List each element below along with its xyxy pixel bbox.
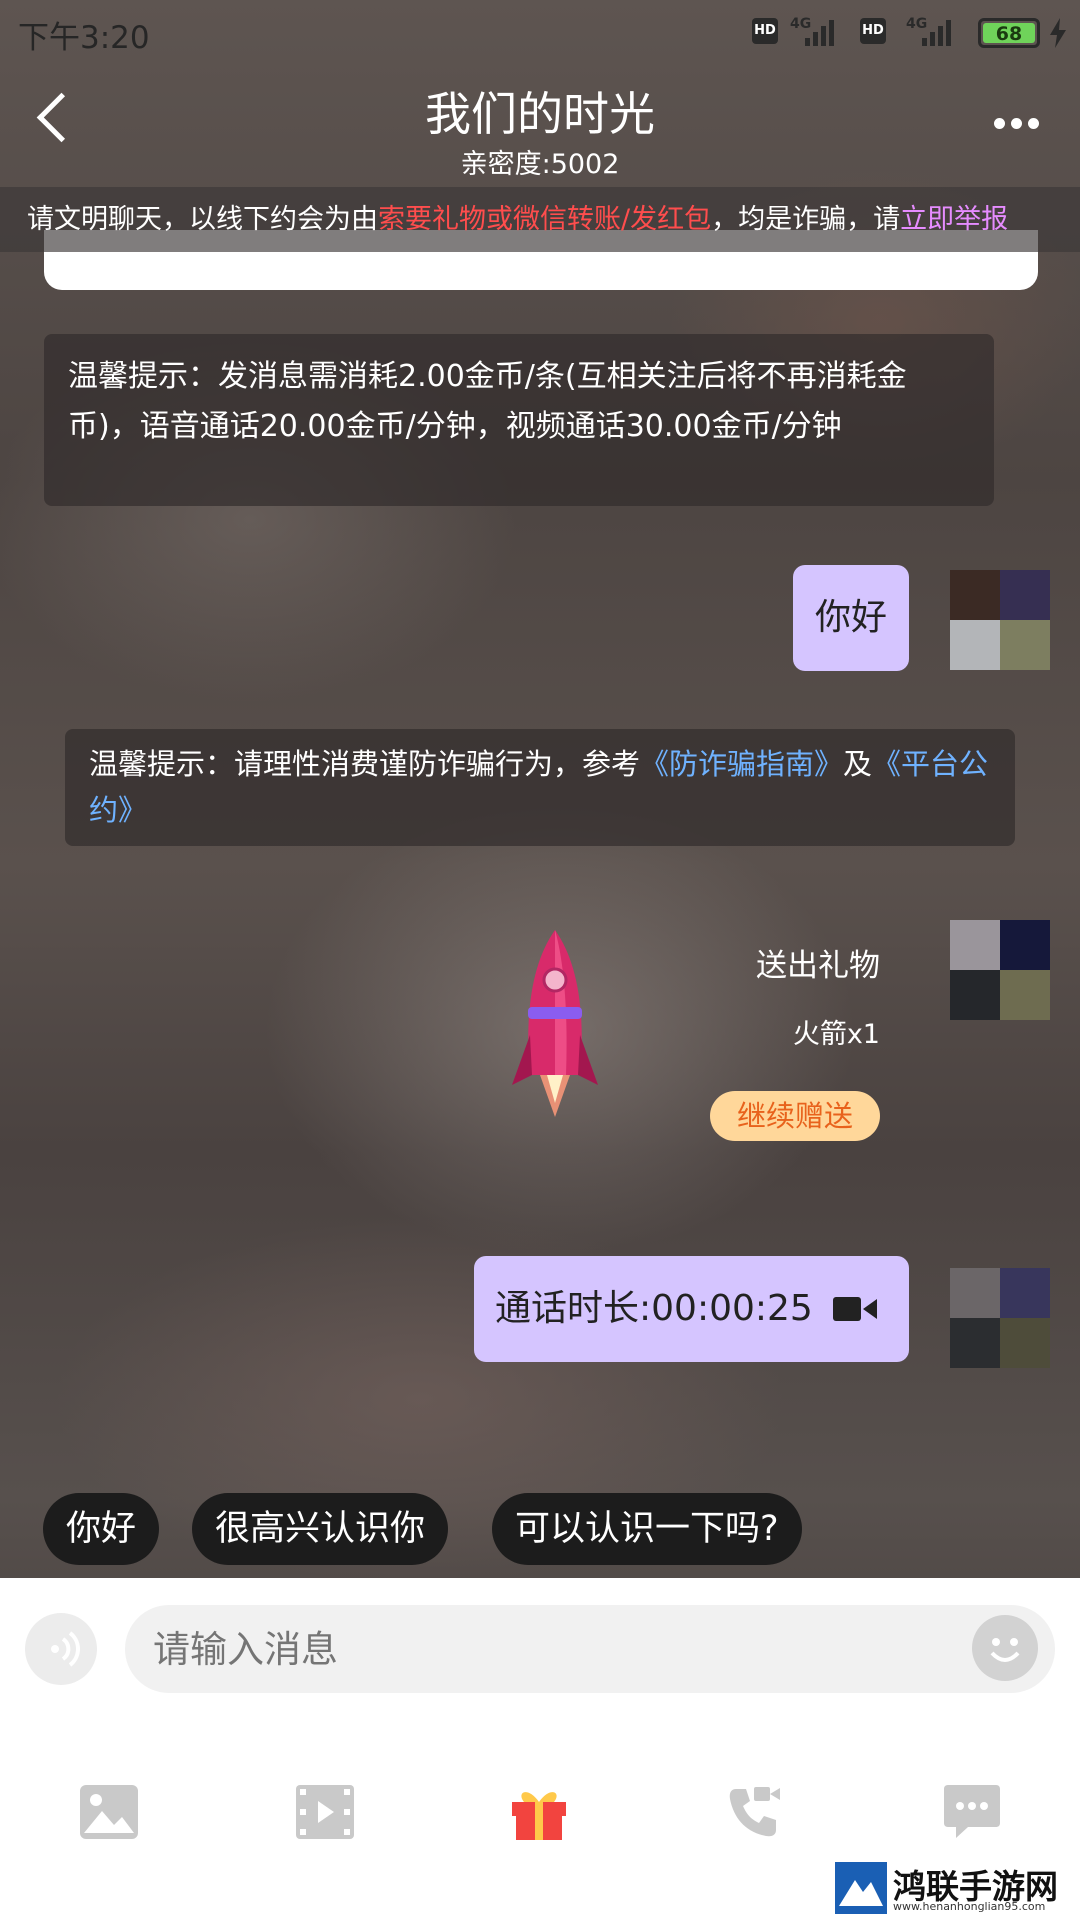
tip-text: 及 [843, 747, 873, 781]
rocket-gift-icon [512, 930, 598, 1117]
more-options-icon[interactable] [994, 118, 1039, 129]
avatar[interactable] [950, 570, 1050, 670]
emoji-button[interactable] [972, 1615, 1038, 1681]
status-time: 下午3:20 [18, 20, 150, 56]
watermark-url: www.henanhonglian95.com [893, 1900, 1046, 1913]
quick-reply-chip[interactable]: 你好 [43, 1493, 160, 1565]
avatar[interactable] [950, 920, 1050, 1020]
battery-icon: 68 [978, 18, 1040, 48]
hd-icon: HD [752, 18, 778, 44]
system-tip: 温馨提示：发消息需消耗2.00金币/条(互相关注后将不再消耗金币)，语音通话20… [44, 334, 994, 506]
watermark: 鸿联手游网 www.henanhonglian95.com [835, 1860, 1075, 1915]
warning-highlight: 索要礼物或微信转账/发红包 [378, 204, 712, 235]
battery-level: 68 [983, 23, 1035, 45]
signal-icon [922, 18, 951, 46]
hd-icon: HD [860, 18, 886, 44]
safety-warning-banner: 请文明聊天，以线下约会为由索要礼物或微信转账/发红包，均是诈骗，请立即举报 [0, 187, 1080, 252]
video-camera-icon [832, 1297, 877, 1321]
avatar[interactable] [950, 1268, 1050, 1368]
system-tip: 温馨提示：请理性消费谨防诈骗行为，参考《防诈骗指南》及《平台公约》 [65, 729, 1015, 846]
continue-gift-button[interactable]: 继续赠送 [710, 1091, 880, 1141]
charging-icon [1050, 18, 1066, 48]
warning-text: ，均是诈骗，请 [711, 204, 901, 235]
intimacy-score: 亲密度:5002 [460, 149, 620, 180]
call-record-bubble[interactable]: 通话时长:00:00:25 [474, 1256, 909, 1362]
voice-icon [51, 1631, 80, 1667]
anti-fraud-guide-link[interactable]: 《防诈骗指南》 [640, 747, 843, 781]
call-duration: 通话时长:00:00:25 [495, 1288, 813, 1329]
video-call-icon[interactable] [726, 1783, 782, 1839]
gift-title: 送出礼物 [756, 948, 880, 984]
watermark-logo-icon [835, 1862, 887, 1914]
chat-screen: 下午3:20 HD 4G HD 4G 68 我们的时光 亲密度:5002 请文明… [0, 0, 1080, 1920]
message-bubble[interactable]: 你好 [793, 565, 909, 671]
quick-reply-chip[interactable]: 可以认识一下吗? [492, 1493, 802, 1565]
gift-icon[interactable] [508, 1782, 570, 1842]
warning-text: 请文明聊天，以线下约会为由 [27, 204, 378, 235]
emoji-icon [990, 1638, 1020, 1662]
image-icon[interactable] [78, 1783, 140, 1841]
report-link[interactable]: 立即举报 [900, 204, 1008, 235]
quick-reply-chip[interactable]: 很高兴认识你 [192, 1493, 449, 1565]
message-input[interactable] [125, 1605, 1055, 1693]
tip-text: 温馨提示：请理性消费谨防诈骗行为，参考 [89, 747, 641, 781]
gift-count: 火箭x1 [792, 1019, 880, 1050]
more-chat-icon[interactable] [942, 1783, 1002, 1841]
video-icon[interactable] [294, 1783, 356, 1841]
voice-input-button[interactable] [25, 1613, 97, 1685]
signal-icon [805, 18, 834, 46]
page-title: 我们的时光 [425, 87, 655, 141]
